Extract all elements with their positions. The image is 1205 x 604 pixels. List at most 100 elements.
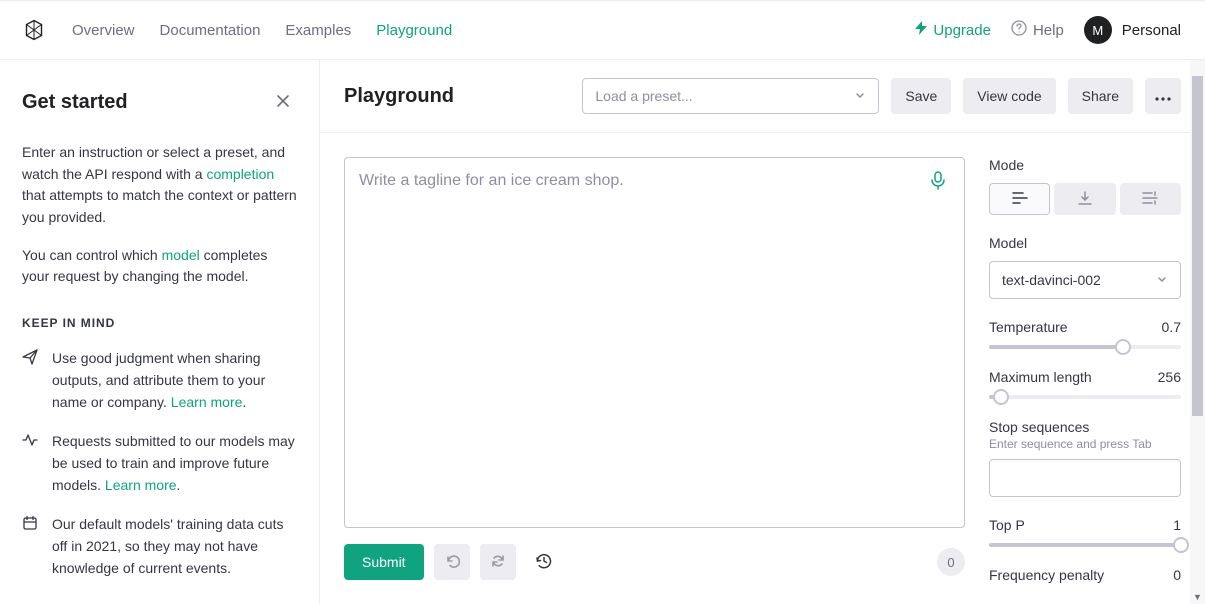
page-title: Playground <box>344 85 454 108</box>
scroll-down-arrow[interactable]: ▼ <box>1190 589 1205 604</box>
top-p-label-row: Top P 1 <box>989 517 1181 533</box>
microphone-button[interactable] <box>928 170 950 192</box>
submit-button[interactable]: Submit <box>344 544 424 580</box>
temperature-setting: Temperature 0.7 <box>989 319 1181 349</box>
sidebar-title: Get started <box>22 91 128 114</box>
freq-value: 0 <box>1173 567 1181 583</box>
keep-in-mind-heading: KEEP IN MIND <box>22 316 297 330</box>
slider-thumb[interactable] <box>1115 339 1131 355</box>
period: . <box>242 394 246 410</box>
tip-text: Use good judgment when sharing outputs, … <box>52 348 297 413</box>
temperature-slider[interactable] <box>989 345 1181 349</box>
dots-icon <box>1155 88 1171 104</box>
chevron-down-icon <box>854 88 866 104</box>
content: Get started Enter an instruction or sele… <box>0 60 1205 604</box>
undo-icon <box>444 553 460 572</box>
regenerate-button[interactable] <box>480 544 516 580</box>
freq-label-row: Frequency penalty 0 <box>989 567 1181 583</box>
header-right: Upgrade Help M Personal <box>915 16 1181 44</box>
upgrade-link[interactable]: Upgrade <box>915 21 991 39</box>
account-menu[interactable]: M Personal <box>1084 16 1181 44</box>
nav-playground[interactable]: Playground <box>376 22 452 39</box>
token-count: 0 <box>937 548 965 576</box>
top-p-label: Top P <box>989 517 1025 533</box>
tip-text: Our default models' training data cuts o… <box>52 514 297 579</box>
edit-mode-icon <box>1142 191 1158 208</box>
tip-text-span: Our default models' training data cuts o… <box>52 516 283 575</box>
intro-text-2: that attempts to match the context or pa… <box>22 187 297 225</box>
view-code-button[interactable]: View code <box>963 78 1055 114</box>
nav-examples[interactable]: Examples <box>285 22 351 39</box>
max-length-value: 256 <box>1158 369 1181 385</box>
temperature-value: 0.7 <box>1162 319 1181 335</box>
intro-paragraph: Enter an instruction or select a preset,… <box>22 142 297 229</box>
temperature-label-row: Temperature 0.7 <box>989 319 1181 335</box>
model-select[interactable]: text-davinci-002 <box>989 261 1181 299</box>
vertical-scrollbar[interactable]: ▼ <box>1190 60 1205 604</box>
model-label: Model <box>989 235 1181 251</box>
help-label: Help <box>1033 22 1064 39</box>
editor-pane: Write a tagline for an ice cream shop. S… <box>320 133 989 604</box>
main-nav: Overview Documentation Examples Playgrou… <box>72 22 452 39</box>
preset-placeholder: Load a preset... <box>595 88 692 104</box>
mode-setting: Mode <box>989 157 1181 215</box>
main: Playground Load a preset... Save View co… <box>320 60 1205 604</box>
calendar-icon <box>22 515 38 579</box>
scrollbar-thumb[interactable] <box>1192 76 1203 416</box>
history-button[interactable] <box>526 544 562 580</box>
max-length-setting: Maximum length 256 <box>989 369 1181 399</box>
mode-complete-button[interactable] <box>989 183 1050 215</box>
model-value: text-davinci-002 <box>1002 272 1101 288</box>
completion-link[interactable]: completion <box>206 166 274 182</box>
close-button[interactable] <box>269 88 297 116</box>
close-icon <box>276 94 290 111</box>
complete-mode-icon <box>1012 191 1028 208</box>
chevron-down-icon <box>1156 272 1168 288</box>
save-button[interactable]: Save <box>891 78 951 114</box>
avatar: M <box>1084 16 1112 44</box>
mode-buttons <box>989 183 1181 215</box>
mode-insert-button[interactable] <box>1054 183 1115 215</box>
send-icon <box>22 349 38 413</box>
header: Overview Documentation Examples Playgrou… <box>0 0 1205 60</box>
model-link[interactable]: model <box>162 247 200 263</box>
bolt-icon <box>915 21 927 39</box>
refresh-icon <box>490 553 506 572</box>
editor-footer: Submit <box>344 544 965 580</box>
mode-edit-button[interactable] <box>1120 183 1181 215</box>
model-paragraph: You can control which model completes yo… <box>22 245 297 288</box>
sidebar: Get started Enter an instruction or sele… <box>0 60 320 604</box>
freq-penalty-setting: Frequency penalty 0 <box>989 567 1181 583</box>
activity-icon <box>22 432 38 496</box>
more-button[interactable] <box>1145 78 1181 114</box>
top-p-slider[interactable] <box>989 543 1181 547</box>
learn-more-link[interactable]: Learn more <box>105 477 177 493</box>
openai-logo[interactable] <box>22 18 46 42</box>
stop-hint: Enter sequence and press Tab <box>989 437 1181 451</box>
model-setting: Model text-davinci-002 <box>989 235 1181 299</box>
para2-text-1: You can control which <box>22 247 162 263</box>
preset-select[interactable]: Load a preset... <box>582 78 879 114</box>
top-p-setting: Top P 1 <box>989 517 1181 547</box>
editor-placeholder: Write a tagline for an ice cream shop. <box>359 172 916 190</box>
slider-thumb[interactable] <box>1173 537 1189 553</box>
account-label: Personal <box>1122 22 1181 39</box>
freq-label: Frequency penalty <box>989 567 1104 583</box>
period: . <box>177 477 181 493</box>
workspace: Write a tagline for an ice cream shop. S… <box>320 133 1205 604</box>
share-button[interactable]: Share <box>1068 78 1133 114</box>
nav-documentation[interactable]: Documentation <box>160 22 261 39</box>
slider-thumb[interactable] <box>993 389 1009 405</box>
slider-fill <box>989 543 1181 547</box>
upgrade-label: Upgrade <box>933 22 991 39</box>
max-length-label: Maximum length <box>989 369 1092 385</box>
nav-overview[interactable]: Overview <box>72 22 135 39</box>
stop-sequences-input[interactable] <box>989 459 1181 497</box>
max-length-slider[interactable] <box>989 395 1181 399</box>
temperature-label: Temperature <box>989 319 1068 335</box>
undo-button[interactable] <box>434 544 470 580</box>
help-link[interactable]: Help <box>1011 20 1064 40</box>
prompt-editor[interactable]: Write a tagline for an ice cream shop. <box>344 157 965 528</box>
learn-more-link[interactable]: Learn more <box>171 394 243 410</box>
history-icon <box>535 552 553 573</box>
